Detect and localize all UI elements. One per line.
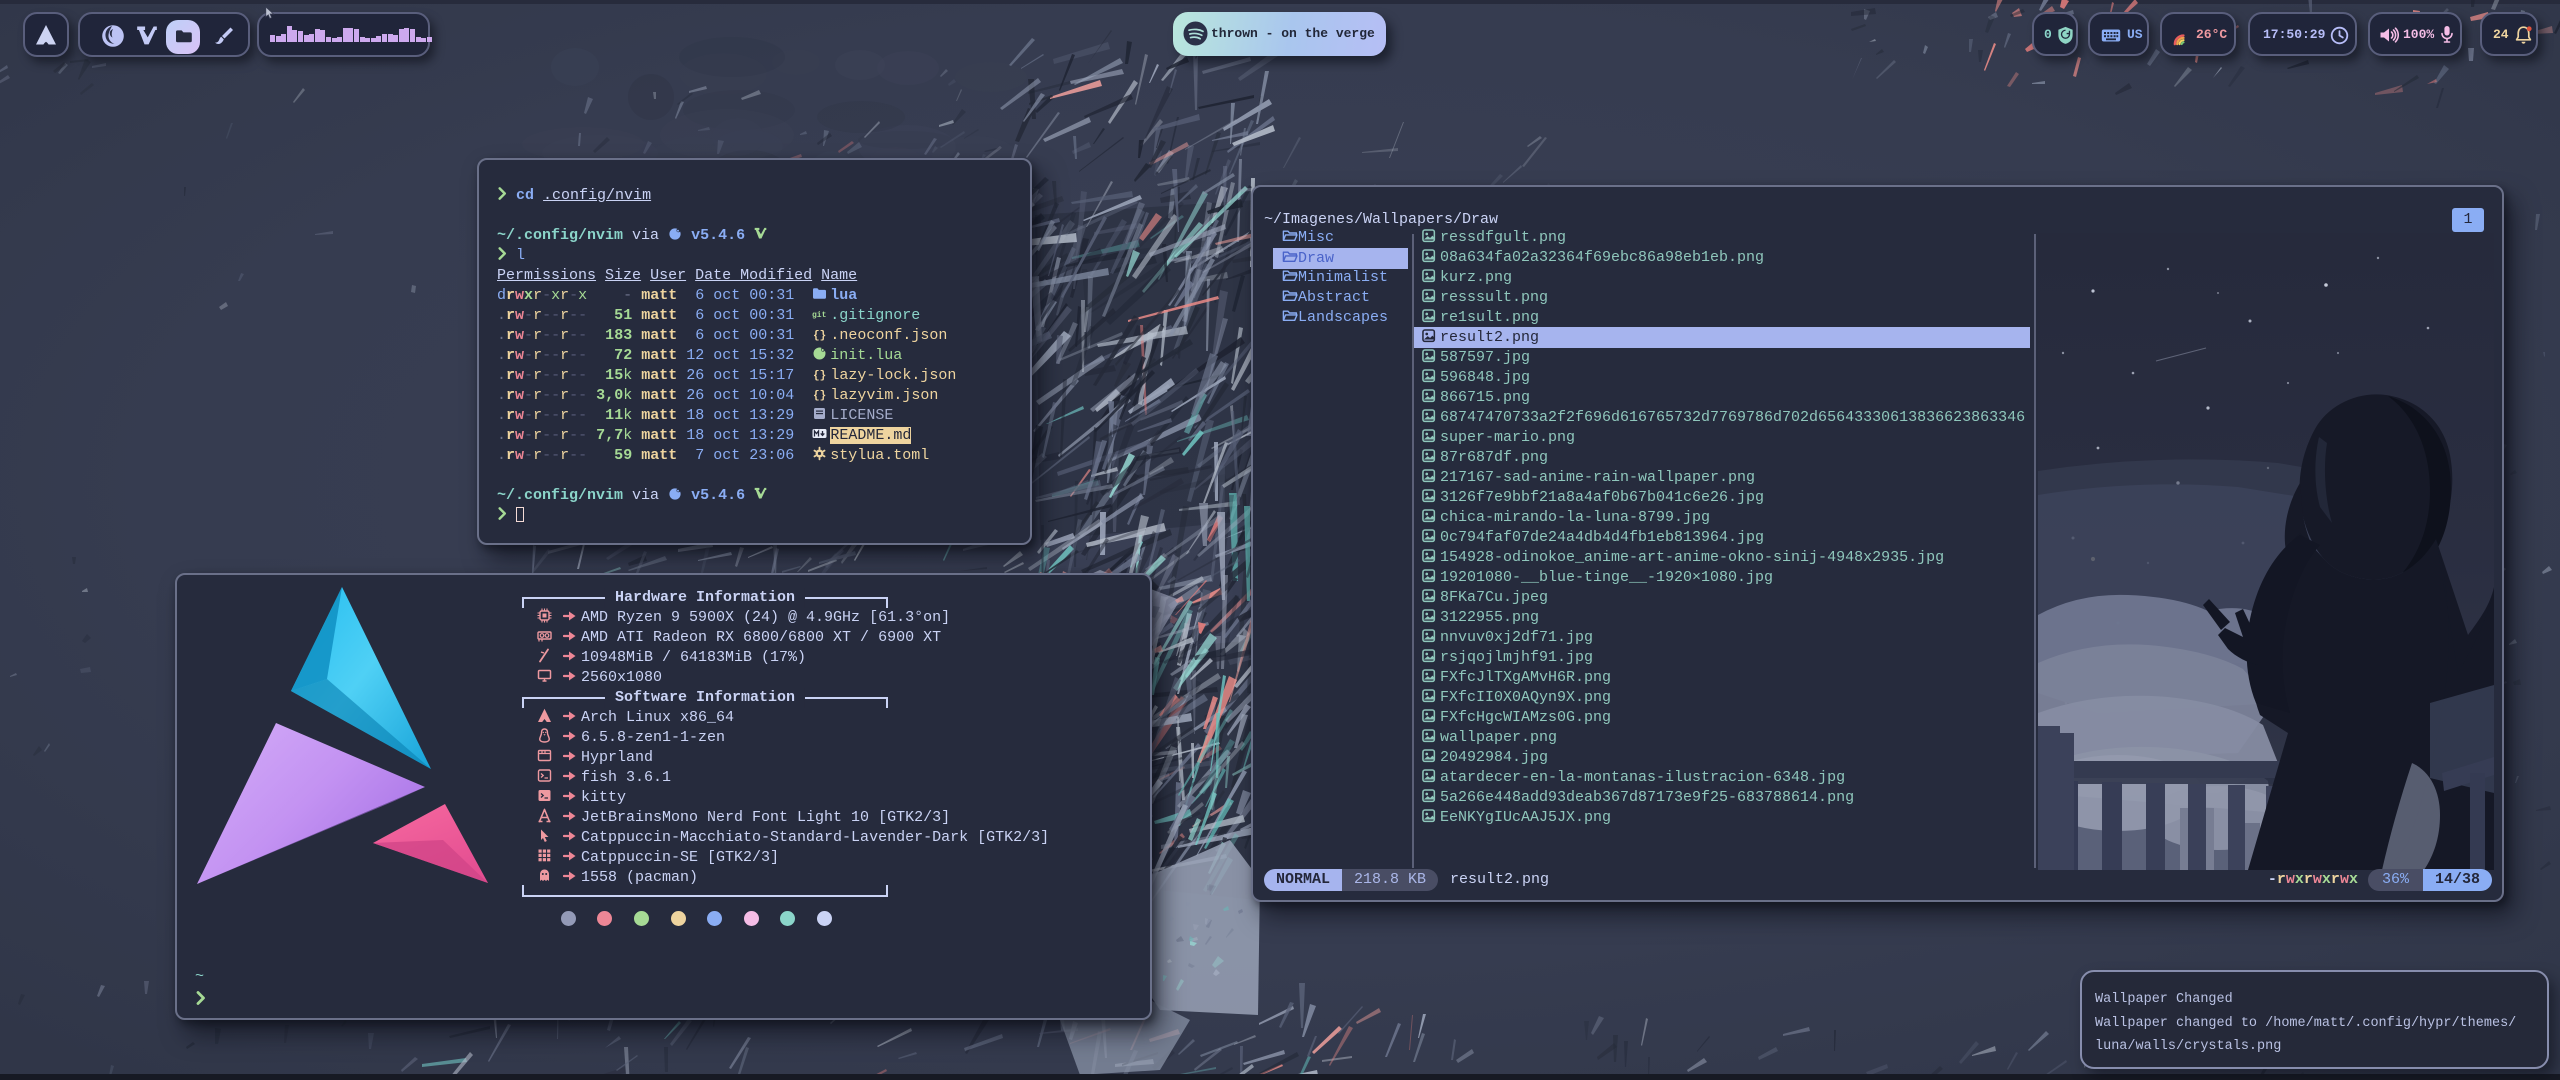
svg-text:git: git (812, 311, 827, 320)
svg-text:{}: {} (813, 330, 826, 341)
svg-text:{}: {} (813, 370, 826, 381)
svg-text:{}: {} (813, 390, 826, 401)
